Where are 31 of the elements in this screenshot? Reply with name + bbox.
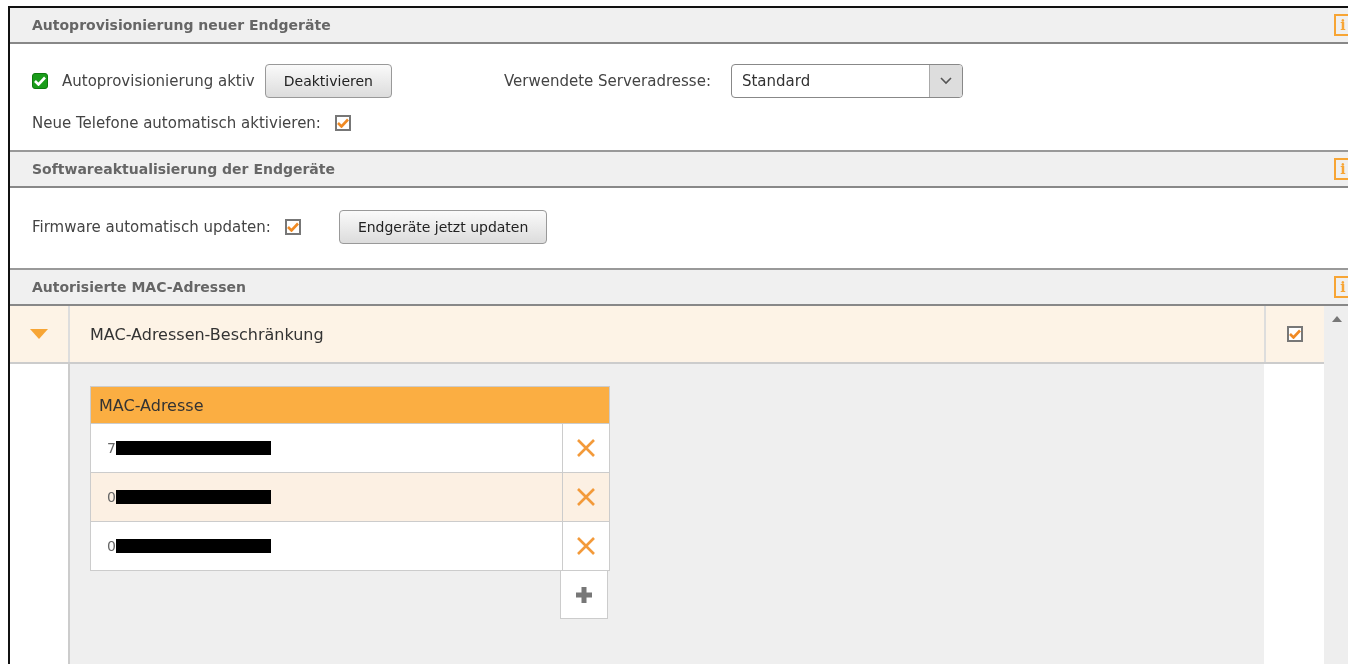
section-title: Autorisierte MAC-Adressen <box>32 279 246 295</box>
auto-activate-label: Neue Telefone automatisch aktivieren: <box>32 114 321 132</box>
deactivate-button[interactable]: Deaktivieren <box>264 64 392 98</box>
checkbox[interactable] <box>284 219 301 235</box>
column-header: MAC-Adresse <box>91 387 609 423</box>
firmware-label: Firmware automatisch updaten: <box>32 218 271 236</box>
restriction-label: MAC-Adressen-Beschränkung <box>89 323 325 346</box>
status-label: Autoprovisionierung aktiv <box>62 72 255 90</box>
close-icon <box>576 487 596 507</box>
table-row[interactable]: 0 <box>91 472 609 521</box>
plus-icon <box>574 584 594 605</box>
scrollbar[interactable] <box>1324 306 1348 664</box>
mac-prefix: 0 <box>107 538 116 554</box>
chevron-icon <box>939 77 952 85</box>
status-checkbox[interactable] <box>32 73 48 89</box>
accordion-header[interactable]: MAC-Adressen-Beschränkung <box>10 306 1324 364</box>
table-row[interactable]: 0 <box>91 521 609 570</box>
mac-prefix: 7 <box>107 440 116 456</box>
checkbox[interactable] <box>1287 326 1303 342</box>
checkbox[interactable] <box>334 115 351 131</box>
close-icon <box>576 536 596 556</box>
scroll-up-icon[interactable] <box>1332 316 1342 322</box>
server-select[interactable]: Standard <box>730 64 963 98</box>
table-row[interactable]: 7 <box>91 423 609 472</box>
section-title: Autoprovisionierung neuer Endgeräte <box>32 17 331 33</box>
mac-prefix: 0 <box>107 489 116 505</box>
server-label: Verwendete Serveradresse: <box>503 72 711 90</box>
add-button[interactable] <box>560 571 608 619</box>
update-now-button[interactable]: Endgeräte jetzt updaten <box>338 210 548 244</box>
close-icon <box>576 438 596 458</box>
section-title: Softwareaktualisierung der Endgeräte <box>32 161 335 177</box>
